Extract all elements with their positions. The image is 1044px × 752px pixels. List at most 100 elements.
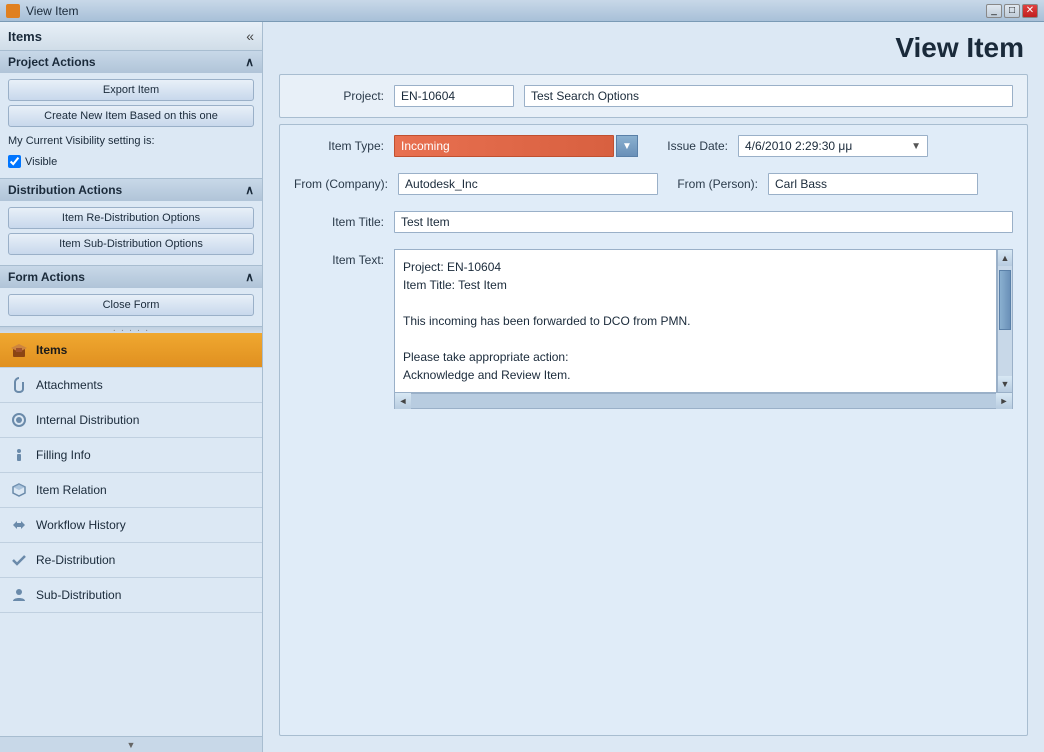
project-row: Project: [294, 85, 1013, 107]
visibility-row: My Current Visibility setting is: [8, 131, 254, 151]
scroll-up-button[interactable]: ▲ [998, 250, 1012, 266]
sidebar-item-items[interactable]: Items [0, 333, 262, 368]
sidebar-item-sub-distribution-label: Sub-Distribution [36, 588, 121, 602]
minimize-button[interactable]: _ [986, 4, 1002, 18]
item-title-row: Item Title: [294, 211, 1013, 233]
content-body: Project: Item Type: Incoming ▼ Issue Dat… [263, 74, 1044, 752]
nav-items: Items Attachments Internal Distribu [0, 333, 262, 736]
sidebar-item-item-relation-label: Item Relation [36, 483, 107, 497]
project-actions-content: Export Item Create New Item Based on thi… [0, 73, 262, 178]
scroll-down-button[interactable]: ▼ [998, 376, 1012, 392]
close-form-button[interactable]: Close Form [8, 294, 254, 316]
form-actions-label: Form Actions [8, 270, 85, 284]
item-details-card: Item Type: Incoming ▼ Issue Date: 4/6/20… [279, 124, 1028, 736]
from-company-input[interactable] [398, 173, 658, 195]
horizontal-scrollbar[interactable]: ◄ ► [394, 393, 1013, 409]
form-actions-content: Close Form [0, 288, 262, 326]
from-company-row: From (Company): From (Person): [294, 173, 1013, 195]
cube-icon [10, 481, 28, 499]
vertical-scrollbar[interactable]: ▲ ▼ [997, 249, 1013, 393]
sidebar-item-filling-info-label: Filling Info [36, 448, 91, 462]
hscroll-track [411, 394, 996, 408]
issue-date-input[interactable]: 4/6/2010 2:29:30 μμ ▼ [738, 135, 928, 157]
item-title-input[interactable] [394, 211, 1013, 233]
project-id-input[interactable] [394, 85, 514, 107]
item-text-container: Project: EN-10604 Item Title: Test Item … [394, 249, 1013, 409]
maximize-button[interactable]: □ [1004, 4, 1020, 18]
project-actions-chevron: ∧ [245, 55, 254, 69]
from-company-label: From (Company): [294, 177, 388, 191]
from-person-label: From (Person): [668, 177, 758, 191]
collapse-button[interactable]: « [246, 28, 254, 44]
hscroll-left-button[interactable]: ◄ [395, 393, 411, 409]
sidebar-item-re-distribution[interactable]: Re-Distribution [0, 543, 262, 578]
item-type-display: Incoming [394, 135, 614, 157]
sidebar-header: Items « [0, 22, 262, 51]
item-type-dropdown-button[interactable]: ▼ [616, 135, 638, 157]
sidebar-item-attachments[interactable]: Attachments [0, 368, 262, 403]
form-actions-section: Form Actions ∧ Close Form [0, 266, 262, 327]
item-type-label: Item Type: [294, 139, 384, 153]
item-type-container: Incoming ▼ [394, 135, 638, 157]
scroll-down-icon: ▼ [127, 740, 136, 750]
scroll-track [998, 266, 1012, 376]
arrows-icon [10, 516, 28, 534]
sidebar-item-workflow-history-label: Workflow History [36, 518, 126, 532]
info-icon [10, 446, 28, 464]
sidebar-scrollbar-bottom[interactable]: ▼ [0, 736, 262, 752]
sidebar-item-internal-distribution[interactable]: Internal Distribution [0, 403, 262, 438]
hscroll-right-button[interactable]: ► [996, 393, 1012, 409]
sidebar-item-item-relation[interactable]: Item Relation [0, 473, 262, 508]
content-area: View Item Project: Item Type: Incoming ▼ [263, 22, 1044, 752]
main-container: Items « Project Actions ∧ Export Item Cr… [0, 22, 1044, 752]
issue-date-chevron: ▼ [911, 141, 921, 152]
page-title: View Item [895, 32, 1024, 63]
person-icon [10, 586, 28, 604]
issue-date-value: 4/6/2010 2:29:30 μμ [745, 139, 852, 153]
item-title-label: Item Title: [294, 215, 384, 229]
visibility-label: My Current Visibility setting is: [8, 135, 155, 147]
distribution-actions-header[interactable]: Distribution Actions ∧ [0, 179, 262, 201]
project-label: Project: [294, 89, 384, 103]
distribution-actions-content: Item Re-Distribution Options Item Sub-Di… [0, 201, 262, 265]
item-text-label: Item Text: [294, 253, 384, 267]
project-name-input[interactable] [524, 85, 1013, 107]
sidebar-item-filling-info[interactable]: Filling Info [0, 438, 262, 473]
distribution-actions-chevron: ∧ [245, 183, 254, 197]
sidebar-item-items-label: Items [36, 343, 67, 357]
text-with-scrollbar: Project: EN-10604 Item Title: Test Item … [394, 249, 1013, 393]
sidebar-item-attachments-label: Attachments [36, 378, 103, 392]
content-header: View Item [263, 22, 1044, 74]
item-subdistribution-button[interactable]: Item Sub-Distribution Options [8, 233, 254, 255]
scroll-thumb[interactable] [999, 270, 1011, 330]
sidebar: Items « Project Actions ∧ Export Item Cr… [0, 22, 263, 752]
project-actions-header[interactable]: Project Actions ∧ [0, 51, 262, 73]
close-button[interactable]: ✕ [1022, 4, 1038, 18]
circle-icon [10, 411, 28, 429]
from-person-input[interactable] [768, 173, 978, 195]
title-bar: View Item _ □ ✕ [0, 0, 1044, 22]
sidebar-item-re-distribution-label: Re-Distribution [36, 553, 115, 567]
check-icon [10, 551, 28, 569]
issue-date-label: Issue Date: [648, 139, 728, 153]
sidebar-item-workflow-history[interactable]: Workflow History [0, 508, 262, 543]
project-actions-section: Project Actions ∧ Export Item Create New… [0, 51, 262, 179]
item-type-row: Item Type: Incoming ▼ Issue Date: 4/6/20… [294, 135, 1013, 157]
visible-checkbox[interactable] [8, 155, 21, 168]
form-actions-chevron: ∧ [245, 270, 254, 284]
window-controls: _ □ ✕ [986, 4, 1038, 18]
sidebar-item-internal-distribution-label: Internal Distribution [36, 413, 139, 427]
sidebar-item-sub-distribution[interactable]: Sub-Distribution [0, 578, 262, 613]
window-title: View Item [26, 4, 986, 18]
form-actions-header[interactable]: Form Actions ∧ [0, 266, 262, 288]
app-icon [6, 4, 20, 18]
item-redistribution-button[interactable]: Item Re-Distribution Options [8, 207, 254, 229]
item-text-area[interactable]: Project: EN-10604 Item Title: Test Item … [394, 249, 997, 393]
create-new-item-button[interactable]: Create New Item Based on this one [8, 105, 254, 127]
sidebar-title: Items [8, 29, 42, 44]
paperclip-icon [10, 376, 28, 394]
distribution-actions-label: Distribution Actions [8, 183, 122, 197]
export-item-button[interactable]: Export Item [8, 79, 254, 101]
project-actions-label: Project Actions [8, 55, 96, 69]
box-icon [10, 341, 28, 359]
